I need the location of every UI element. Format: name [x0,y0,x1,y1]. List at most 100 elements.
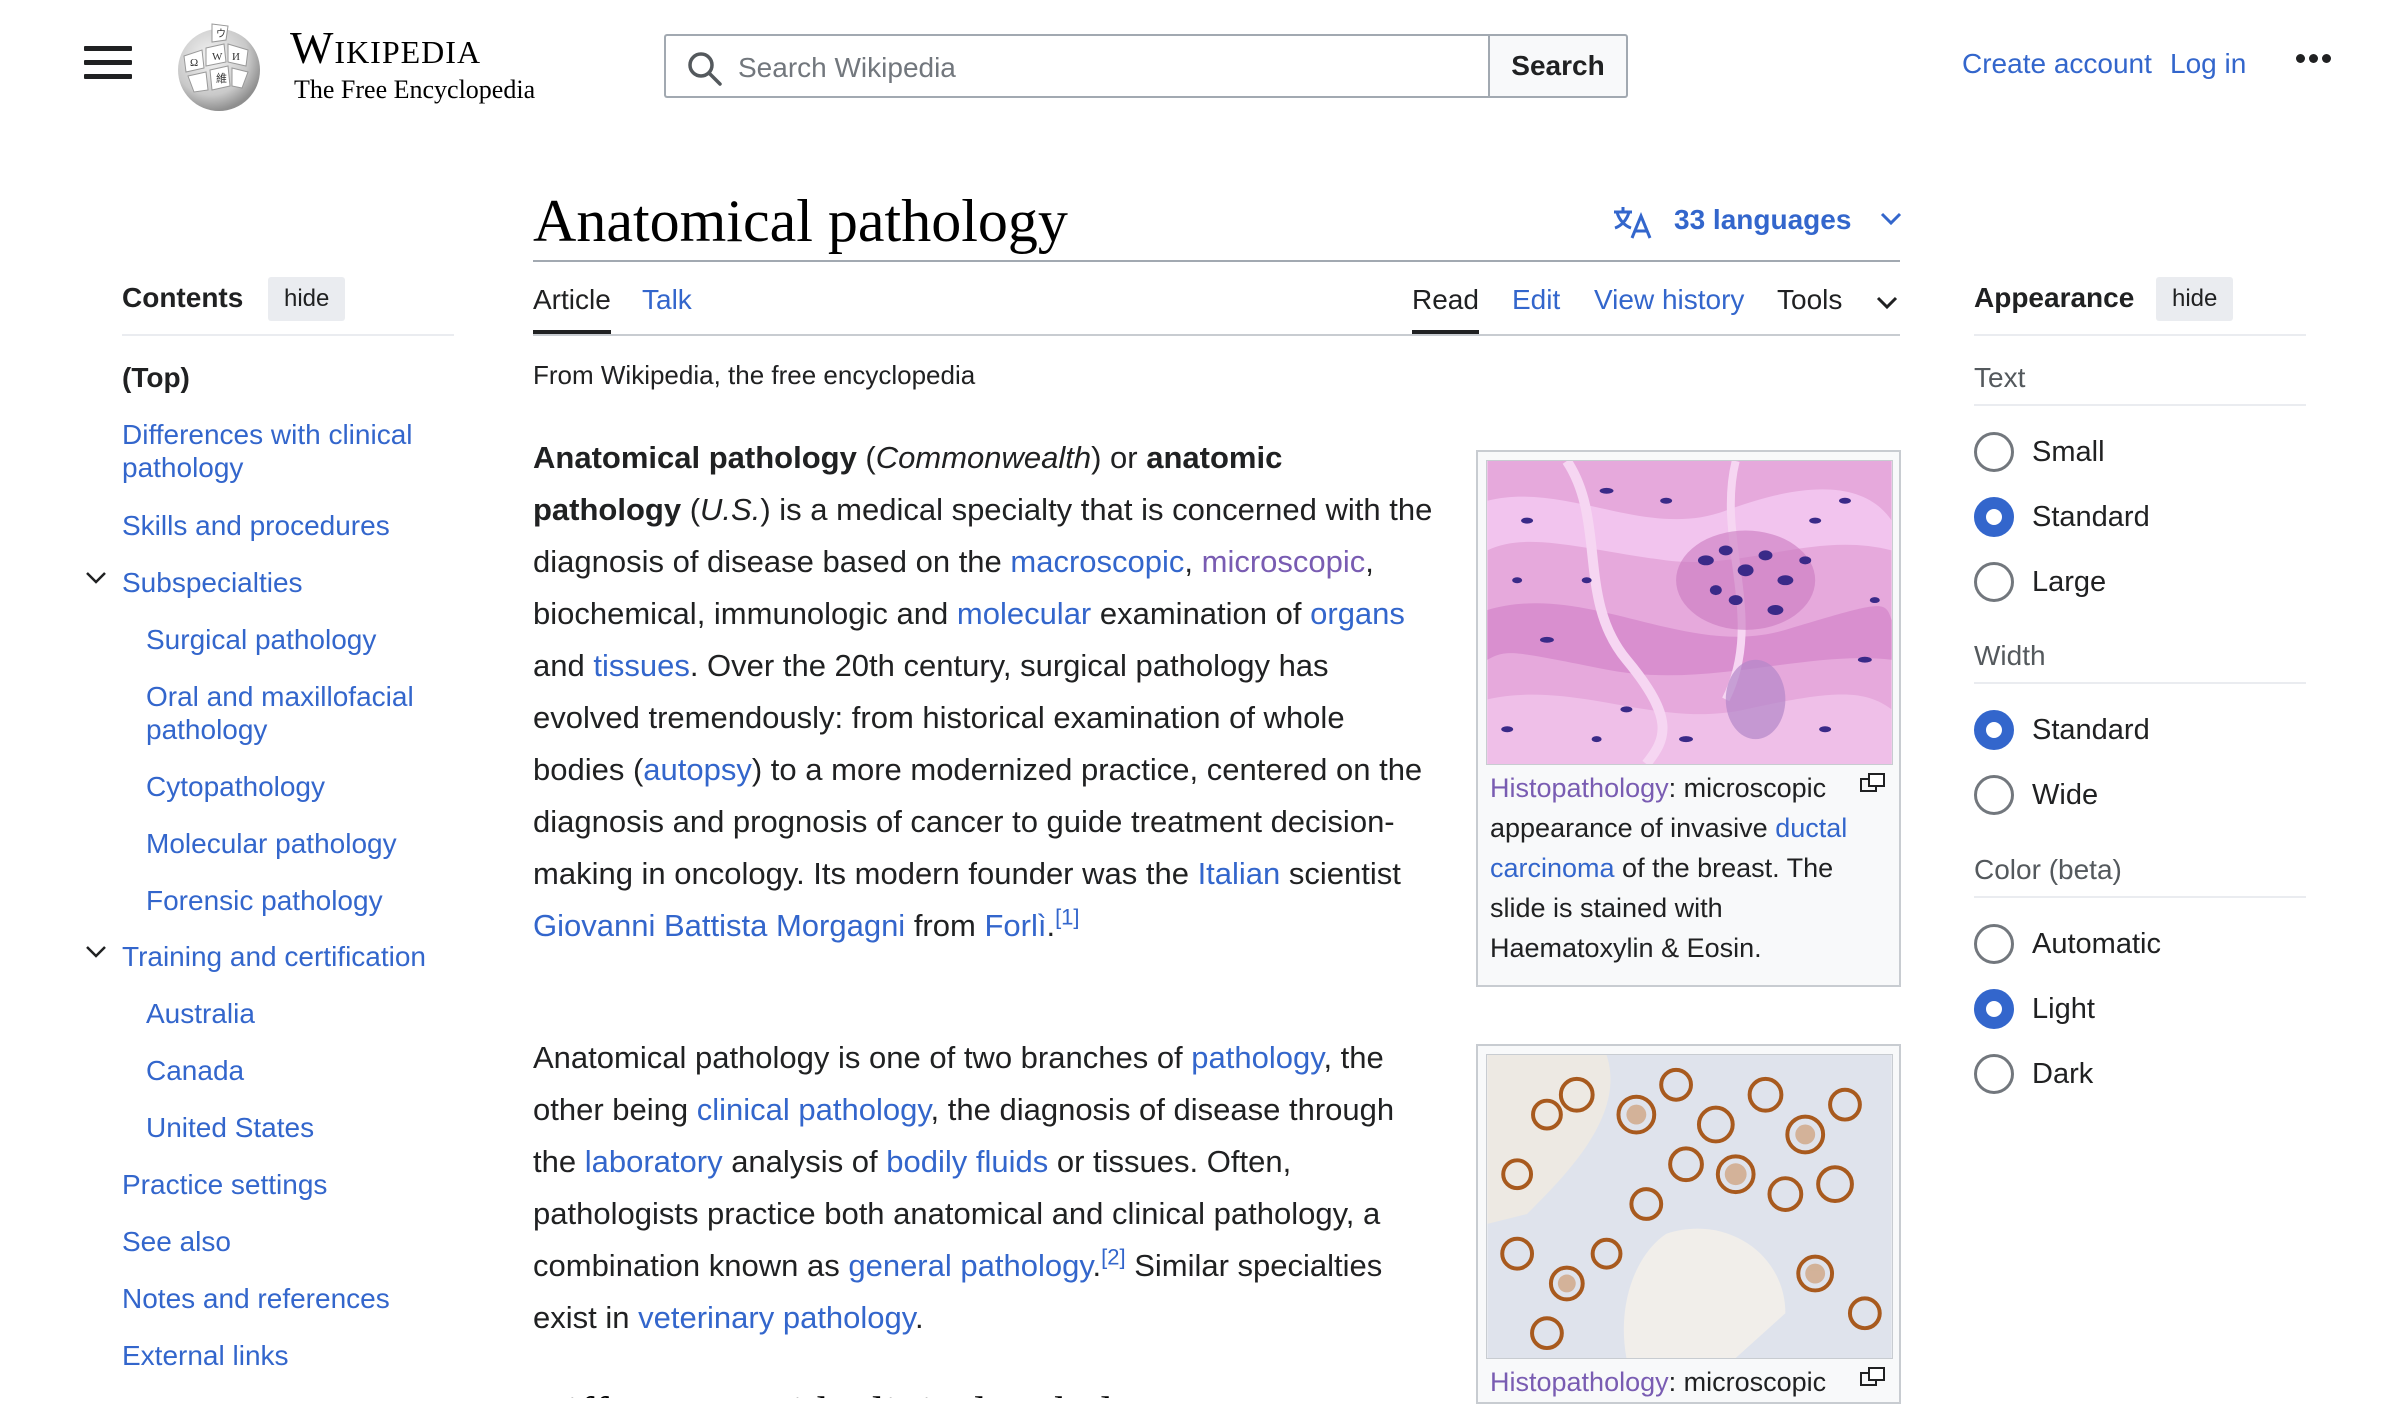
italic-term: U.S. [700,492,761,527]
svg-text:Ω: Ω [190,57,198,69]
search-button[interactable]: Search [1488,34,1628,98]
radio-label-standard: Standard [2032,501,2150,533]
tabs-divider [533,334,1900,336]
link-italian[interactable]: Italian [1198,856,1281,891]
appearance-divider [1974,334,2306,336]
radio-text-large[interactable] [1974,562,2014,602]
more-options-icon[interactable] [2296,50,2340,80]
link-molecular[interactable]: molecular [957,596,1091,631]
color-divider [1974,896,2306,898]
color-label: Color (beta) [1974,854,2122,885]
toc-item-skills[interactable]: Skills and procedures [122,509,390,542]
intro-paragraph-2: Anatomical pathology is one of two branc… [533,1040,1395,1335]
toc-item-external-links[interactable]: External links [122,1339,289,1372]
radio-width-wide[interactable] [1974,775,2014,815]
create-account-link[interactable]: Create account [1962,48,2152,80]
toc-item-australia[interactable]: Australia [146,997,255,1030]
toc-item-see-also[interactable]: See also [122,1225,231,1258]
link-morgagni[interactable]: Giovanni Battista Morgagni [533,908,905,943]
main-menu-button[interactable] [84,46,132,86]
toc-item-top[interactable]: (Top) [122,361,190,394]
reference-1[interactable]: [1] [1055,905,1079,930]
svg-text:維: 維 [216,72,227,85]
toc-item-notes[interactable]: Notes and references [122,1282,390,1315]
link-organs[interactable]: organs [1310,596,1405,631]
radio-label-width-standard: Standard [2032,714,2150,746]
search-input[interactable]: Search Wikipedia [664,34,1490,98]
toc-item-surgical[interactable]: Surgical pathology [146,623,376,656]
radio-width-standard[interactable] [1974,710,2014,750]
svg-text:И: И [232,51,240,63]
histopathology-ihc-image[interactable] [1486,1054,1893,1359]
text-size-label: Text [1974,362,2026,393]
link-laboratory[interactable]: laboratory [585,1144,723,1179]
title-divider [533,260,1900,262]
toc-item-canada[interactable]: Canada [146,1054,244,1087]
svg-text:ウ: ウ [216,28,226,40]
radio-color-light[interactable] [1974,989,2014,1029]
site-header: Ω W И 維 ウ Wikipedia The Free Encyclopedi… [0,0,2400,140]
reference-2[interactable]: [2] [1101,1245,1125,1270]
link-veterinary-pathology[interactable]: veterinary pathology [638,1300,915,1335]
radio-label-automatic: Automatic [2032,928,2161,960]
figure-he-stain: Histopathology: microscopic appearance o… [1476,450,1901,987]
link-histopathology[interactable]: Histopathology [1490,773,1669,803]
toc-item-differences[interactable]: Differences with clinical pathology [122,418,442,484]
link-pathology[interactable]: pathology [1191,1040,1323,1075]
radio-label-large: Large [2032,566,2107,598]
search-icon [688,52,722,86]
toc-item-subspecialties[interactable]: Subspecialties [122,566,303,599]
intro-paragraph-1: Anatomical pathology (Commonwealth) or a… [533,440,1433,943]
appearance-hide-button[interactable]: hide [2156,277,2234,321]
radio-color-dark[interactable] [1974,1054,2014,1094]
site-tagline: From Wikipedia, the free encyclopedia [533,360,976,390]
link-histopathology[interactable]: Histopathology [1490,1367,1669,1397]
svg-text:W: W [212,51,223,63]
link-microscopic[interactable]: microscopic [1202,544,1366,579]
section-heading-differences: Differences with clinical pathology [533,1386,1333,1398]
text-divider [1974,404,2306,406]
subspecialties-toggle-chevron-icon[interactable] [84,570,108,586]
width-divider [1974,682,2306,684]
chevron-down-icon [1880,212,1902,226]
toc-item-oral[interactable]: Oral and maxillofacial pathology [146,680,446,746]
tab-talk[interactable]: Talk [642,284,692,316]
link-forli[interactable]: Forlì [984,908,1046,943]
toc-item-forensic[interactable]: Forensic pathology [146,884,383,917]
histopathology-he-image[interactable] [1486,460,1893,765]
link-bodily-fluids[interactable]: bodily fluids [886,1144,1048,1179]
tab-edit[interactable]: Edit [1512,284,1560,316]
figure-caption: Histopathology: microscopic [1490,1367,1827,1397]
link-macroscopic[interactable]: macroscopic [1010,544,1184,579]
toc-item-cytopathology[interactable]: Cytopathology [146,770,325,803]
radio-color-automatic[interactable] [1974,924,2014,964]
toc-item-practice[interactable]: Practice settings [122,1168,327,1201]
radio-text-small[interactable] [1974,432,2014,472]
toc-item-molecular[interactable]: Molecular pathology [146,827,397,860]
link-autopsy[interactable]: autopsy [643,752,752,787]
tab-read[interactable]: Read [1412,284,1479,334]
toc-hide-button[interactable]: hide [268,277,346,321]
search-placeholder: Search Wikipedia [738,52,956,83]
tab-article[interactable]: Article [533,284,611,334]
width-label: Width [1974,640,2046,671]
tools-chevron-down-icon[interactable] [1876,296,1898,310]
figure-caption: Histopathology: microscopic appearance o… [1490,773,1848,963]
toc-heading: Contents [122,282,244,313]
wikipedia-globe-icon[interactable]: Ω W И 維 ウ [168,20,270,112]
toc-item-training[interactable]: Training and certification [122,940,426,973]
toc-divider [122,334,454,336]
link-tissues[interactable]: tissues [593,648,689,683]
wikipedia-wordmark[interactable]: Wikipedia The Free Encyclopedia [290,24,535,104]
bold-term: Anatomical pathology [533,440,857,475]
radio-text-standard[interactable] [1974,497,2014,537]
log-in-link[interactable]: Log in [2170,48,2246,80]
toc-item-united-states[interactable]: United States [146,1111,314,1144]
link-clinical-pathology[interactable]: clinical pathology [697,1092,931,1127]
training-toggle-chevron-icon[interactable] [84,944,108,960]
tools-menu[interactable]: Tools [1777,284,1842,316]
languages-label: 33 languages [1674,204,1852,235]
tab-view-history[interactable]: View history [1594,284,1744,316]
link-general-pathology[interactable]: general pathology [848,1248,1092,1283]
figure-ihc-stain: Histopathology: microscopic [1476,1044,1901,1404]
